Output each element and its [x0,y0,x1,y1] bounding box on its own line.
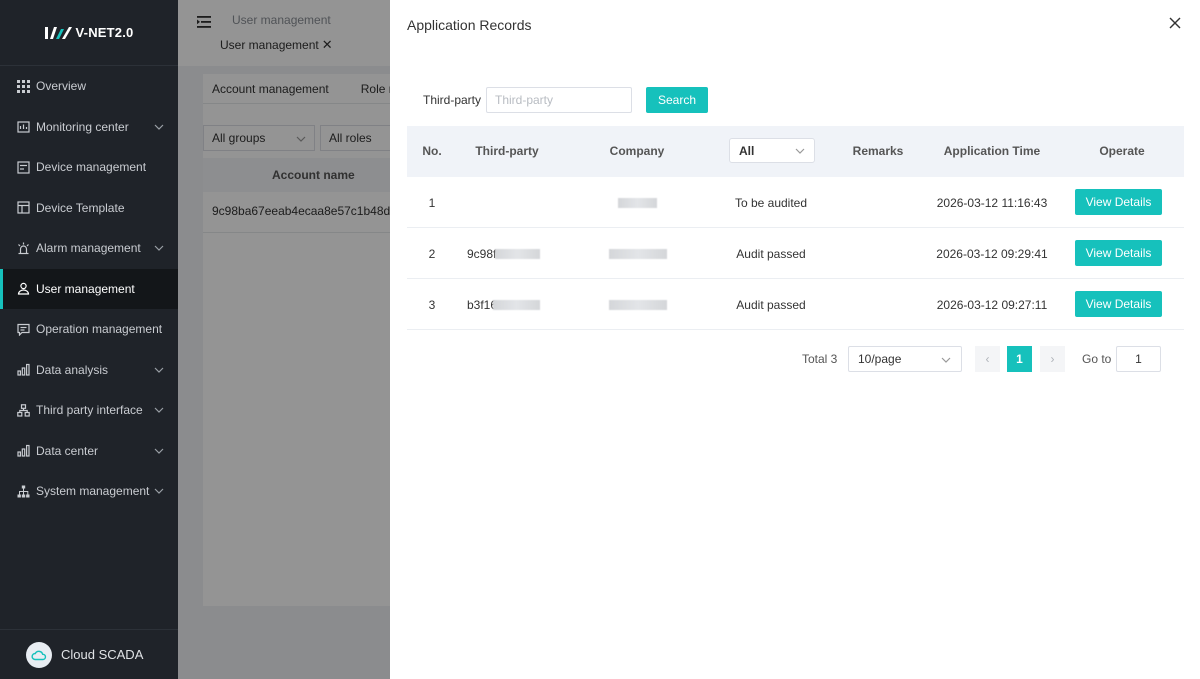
sidebar-item-label: Device management [36,160,147,175]
sidebar-item-data-analysis[interactable]: Data analysis [0,350,178,391]
bar-chart-icon [17,363,30,376]
row-no: 3 [428,298,436,312]
user-icon [17,282,30,295]
alarm-icon [17,242,30,255]
page-size-value: 10/page [858,352,902,366]
total-count: Total 3 [802,352,838,366]
table-row: 1 To be audited 2026-03-12 11:16:43 View… [407,177,1184,228]
table-row: 2 9c98f Audit passed 2026-03-12 09:29:41… [407,228,1184,279]
device-icon [17,161,30,174]
sidebar-item-user-management[interactable]: User management [0,268,178,309]
bar-chart-icon [17,444,30,457]
chevron-down-icon [154,367,164,373]
table-row: 3 b3f16 Audit passed 2026-03-12 09:27:11… [407,279,1184,330]
chevron-down-icon [154,245,164,252]
column-no: No. [422,144,442,158]
application-records-table: No. Third-party Company All Remarks Appl… [407,126,1184,330]
search-label: Third-party [423,93,482,107]
sidebar-item-label: Data analysis [36,362,109,377]
network-icon [17,403,30,417]
sidebar-item-label: Operation management [36,322,163,337]
sidebar-item-system-management[interactable]: System management [0,471,178,512]
column-application-time: Application Time [943,144,1041,158]
redacted-third-party [493,300,540,310]
goto-label: Go to [1082,352,1112,366]
row-status: To be audited [734,196,808,210]
sidebar-item-monitoring-center[interactable]: Monitoring center [0,107,178,148]
logo-text: V-NET2.0 [75,25,134,40]
sidebar-item-label: Monitoring center [36,119,129,134]
footer-label: Cloud SCADA [61,647,144,662]
close-icon[interactable] [1168,16,1182,30]
sidebar-item-label: Data center [36,443,99,458]
chevron-down-icon [154,124,164,130]
row-status: Audit passed [736,247,806,261]
redacted-company [618,198,657,208]
page-size-select[interactable]: 10/page [848,346,962,372]
sidebar-item-label: User management [36,281,135,296]
chevron-down-icon [795,148,805,154]
grid-icon [17,79,30,93]
column-remarks: Remarks [852,144,904,158]
column-third-party: Third-party [475,144,539,158]
column-operate: Operate [1099,144,1145,158]
sidebar-item-data-center[interactable]: Data center [0,431,178,472]
redacted-third-party [495,249,540,259]
column-company: Company [609,144,665,158]
sidebar-footer[interactable]: Cloud SCADA [0,629,178,679]
page-1-button[interactable]: 1 [1007,346,1032,372]
redacted-company [609,300,667,310]
status-filter-value: All [739,143,755,158]
sidebar-item-label: System management [36,484,150,499]
prev-page-button[interactable]: ‹ [975,346,1000,372]
row-application-time: 2026-03-12 09:29:41 [936,247,1048,261]
sidebar-item-operation-management[interactable]: Operation management [0,309,178,350]
sidebar-item-label: Device Template [36,200,125,215]
row-application-time: 2026-03-12 11:16:43 [936,196,1048,210]
row-status: Audit passed [736,298,806,312]
monitor-icon [17,120,30,133]
sidebar-item-label: Third party interface [36,403,143,418]
sidebar-item-device-template[interactable]: Device Template [0,188,178,229]
redacted-company [609,249,667,259]
sidebar-item-alarm-management[interactable]: Alarm management [0,228,178,269]
logo: V-NET2.0 [0,0,178,66]
view-details-button[interactable]: View Details [1075,240,1162,266]
logo-mark-icon [44,25,73,41]
next-page-button[interactable]: › [1040,346,1065,372]
table-header: No. Third-party Company All Remarks Appl… [407,126,1184,177]
template-icon [17,201,30,214]
drawer-title: Application Records [407,17,532,33]
status-filter-select[interactable]: All [729,138,815,163]
sidebar-item-label: Overview [36,79,87,94]
chat-icon [17,323,30,336]
row-third-party: 9c98f [467,247,497,261]
cloud-icon [26,641,52,668]
search-button[interactable]: Search [646,87,708,113]
view-details-button[interactable]: View Details [1075,291,1162,317]
chevron-down-icon [154,488,164,495]
row-application-time: 2026-03-12 09:27:11 [936,298,1048,312]
sidebar: V-NET2.0 Overview Monitoring center Devi… [0,0,178,679]
chevron-down-icon [154,407,164,414]
sidebar-nav: Overview Monitoring center Device manage… [0,66,178,512]
view-details-button[interactable]: View Details [1075,189,1162,215]
sidebar-item-label: Alarm management [36,241,141,256]
chevron-down-icon [154,448,164,454]
row-no: 2 [428,247,436,261]
application-records-drawer: Application Records Third-party Search N… [390,0,1200,679]
sidebar-item-overview[interactable]: Overview [0,66,178,107]
sidebar-item-device-management[interactable]: Device management [0,147,178,188]
row-no: 1 [428,196,436,210]
chevron-down-icon [941,357,951,363]
pagination: Total 3 10/page ‹ 1 › Go to [390,346,1200,372]
sidebar-item-third-party-interface[interactable]: Third party interface [0,390,178,431]
goto-page-input[interactable] [1116,346,1161,372]
third-party-search-input[interactable] [486,87,632,113]
hierarchy-icon [17,485,30,498]
